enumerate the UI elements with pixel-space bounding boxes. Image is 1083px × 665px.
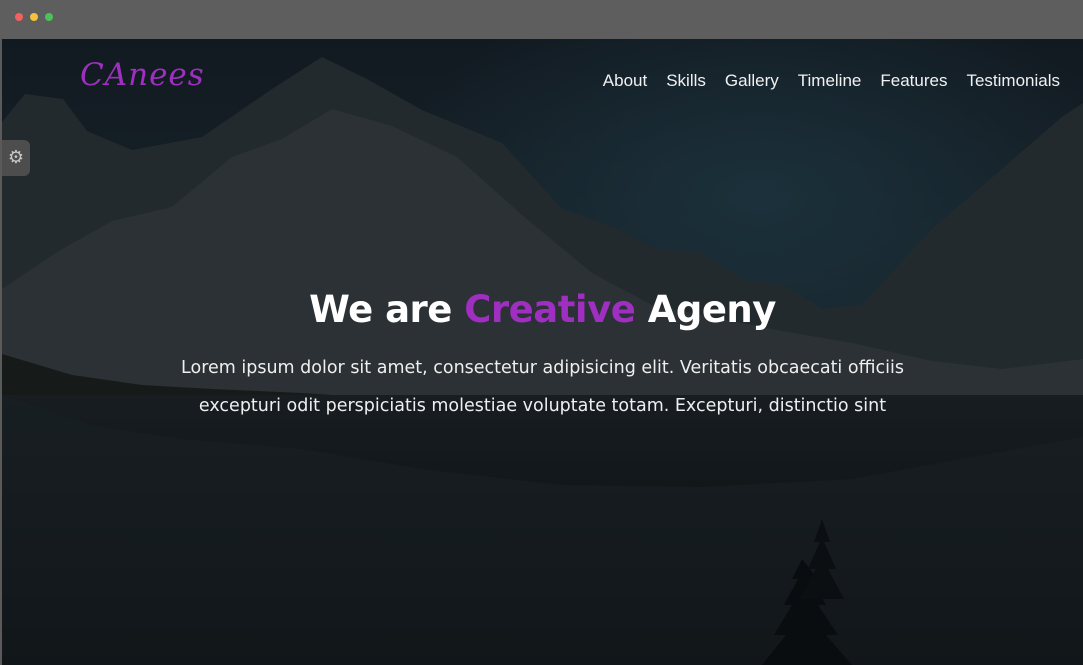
settings-toggle[interactable]: ⚙ (2, 140, 30, 176)
nav-link-about[interactable]: About (603, 71, 647, 91)
close-window-icon[interactable] (15, 13, 23, 21)
nav-links: About Skills Gallery Timeline Features T… (603, 71, 1060, 91)
maximize-window-icon[interactable] (45, 13, 53, 21)
gear-icon: ⚙ (7, 147, 25, 168)
minimize-window-icon[interactable] (30, 13, 38, 21)
site-logo[interactable]: CAnees (80, 57, 205, 93)
nav-link-testimonials[interactable]: Testimonials (966, 71, 1060, 91)
browser-window: CAnees About Skills Gallery Timeline Fea… (0, 0, 1083, 665)
browser-title-bar (0, 0, 1083, 39)
page-viewport: CAnees About Skills Gallery Timeline Fea… (2, 39, 1083, 665)
hero-title-suffix: Ageny (635, 288, 777, 331)
hero-title-prefix: We are (309, 288, 465, 331)
hero-title: We are Creative Ageny (2, 288, 1083, 331)
nav-link-features[interactable]: Features (880, 71, 947, 91)
nav-link-gallery[interactable]: Gallery (725, 71, 779, 91)
hero-title-accent: Creative (464, 288, 636, 331)
hero-description: Lorem ipsum dolor sit amet, consectetur … (181, 358, 904, 416)
nav-link-skills[interactable]: Skills (666, 71, 706, 91)
nav-link-timeline[interactable]: Timeline (798, 71, 862, 91)
navbar: CAnees About Skills Gallery Timeline Fea… (2, 39, 1083, 125)
